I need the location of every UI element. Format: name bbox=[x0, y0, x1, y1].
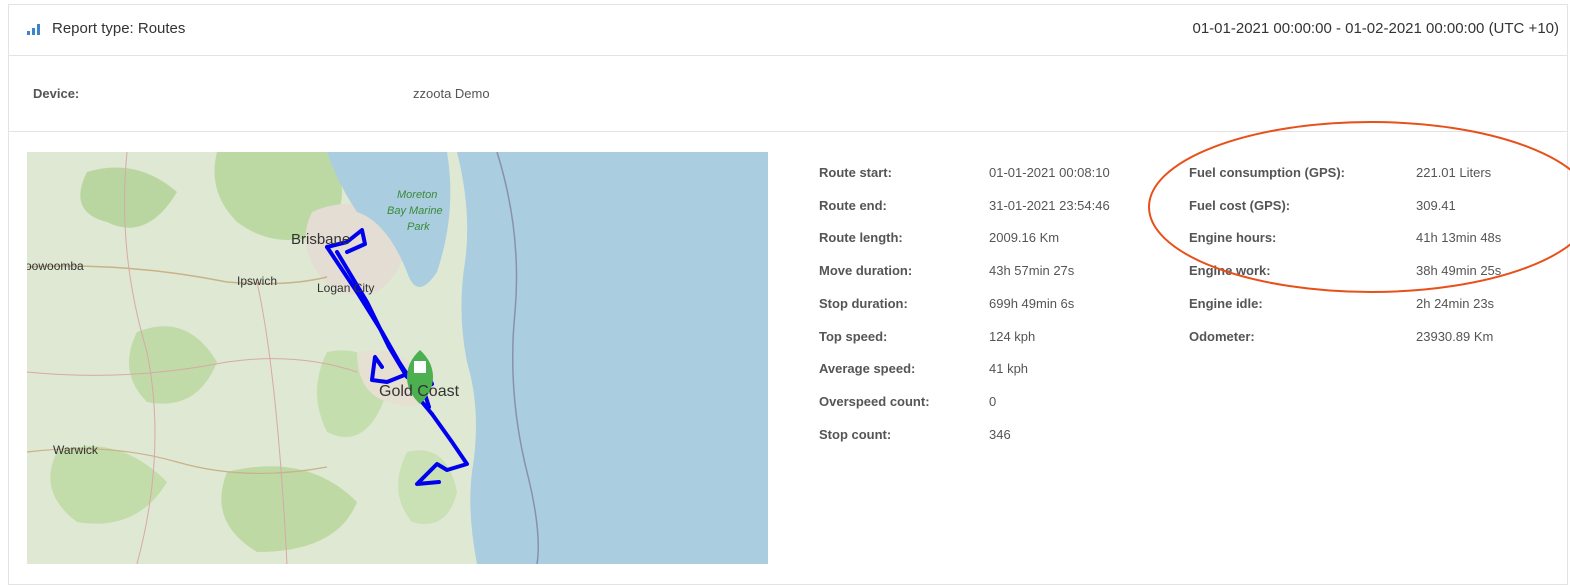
map-label-bay-marine: Bay Marine bbox=[387, 205, 443, 217]
stat-value: 309.41 bbox=[1416, 197, 1456, 213]
map-label-toowoomba: Toowoomba bbox=[27, 259, 84, 273]
stat-value: 2009.16 Km bbox=[989, 230, 1060, 246]
stat-value: 0 bbox=[989, 393, 997, 409]
report-type-title: Report type: Routes bbox=[52, 20, 186, 37]
device-row: Device: zzoota Demo bbox=[9, 56, 1567, 132]
stat-label: Fuel cost (GPS): bbox=[1189, 197, 1291, 213]
stat-label: Route length: bbox=[819, 230, 903, 246]
date-range: 01-01-2021 00:00:00 - 01-02-2021 00:00:0… bbox=[1192, 20, 1560, 37]
map-label-brisbane: Brisbane bbox=[291, 231, 350, 248]
map-canvas[interactable]: Moreton Bay Marine Park Brisbane Toowoom… bbox=[27, 152, 768, 564]
stat-label: Engine hours: bbox=[1189, 230, 1277, 246]
map-label-logan-city: Logan City bbox=[317, 281, 374, 295]
stat-value: 23930.89 Km bbox=[1416, 328, 1494, 344]
report-header: Report type: Routes 01-01-2021 00:00:00 … bbox=[9, 5, 1567, 56]
stat-value: 699h 49min 6s bbox=[989, 295, 1075, 311]
report-panel: Report type: Routes 01-01-2021 00:00:00 … bbox=[8, 4, 1570, 585]
stat-value: 38h 49min 25s bbox=[1416, 263, 1502, 279]
stat-label: Engine work: bbox=[1189, 263, 1271, 279]
stat-value: 41h 13min 48s bbox=[1416, 230, 1502, 246]
stat-value: 346 bbox=[989, 426, 1011, 442]
stat-label: Engine idle: bbox=[1189, 295, 1263, 311]
stat-label: Odometer: bbox=[1189, 328, 1255, 344]
stat-value: 41 kph bbox=[989, 361, 1029, 377]
stat-value: 2h 24min 23s bbox=[1416, 295, 1495, 311]
stat-value: 31-01-2021 23:54:46 bbox=[989, 197, 1110, 213]
stat-label: Stop count: bbox=[819, 426, 892, 442]
map-label-warwick: Warwick bbox=[53, 443, 99, 457]
stat-value: 124 kph bbox=[989, 328, 1036, 344]
stat-label: Route end: bbox=[819, 197, 887, 213]
route-map[interactable]: Moreton Bay Marine Park Brisbane Toowoom… bbox=[27, 152, 768, 564]
stat-label: Overspeed count: bbox=[819, 393, 930, 409]
stat-label: Fuel consumption (GPS): bbox=[1189, 165, 1345, 180]
bar-chart-icon bbox=[27, 24, 40, 35]
device-label: Device: bbox=[33, 86, 80, 101]
device-value: zzoota Demo bbox=[413, 86, 490, 101]
map-label-gold-coast: Gold Coast bbox=[379, 383, 460, 400]
map-label-park: Park bbox=[407, 221, 430, 233]
stat-label: Stop duration: bbox=[819, 295, 908, 311]
map-label-moreton: Moreton bbox=[397, 189, 437, 201]
stat-value: 221.01 Liters bbox=[1416, 165, 1492, 180]
stat-label: Route start: bbox=[819, 165, 892, 180]
stat-label: Top speed: bbox=[819, 328, 888, 344]
stat-value: 43h 57min 27s bbox=[989, 263, 1075, 279]
stat-label: Move duration: bbox=[819, 263, 913, 279]
stat-label: Average speed: bbox=[819, 361, 916, 377]
map-label-ipswich: Ipswich bbox=[237, 274, 277, 288]
stat-value: 01-01-2021 00:08:10 bbox=[989, 165, 1110, 180]
